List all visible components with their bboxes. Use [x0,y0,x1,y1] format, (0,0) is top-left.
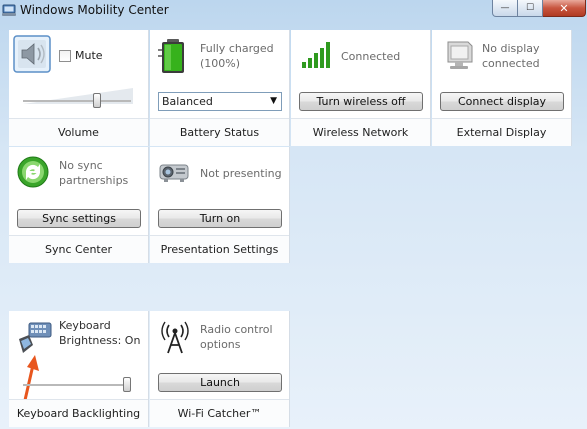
sync-settings-button[interactable]: Sync settings [17,209,141,228]
sync-center-tile: No sync partnerships Sync settings Sync … [9,147,149,263]
power-plan-value: Balanced [162,95,213,108]
volume-tile: Mute Volume [9,30,149,146]
wireless-tile: Connected Turn wireless off Wireless Net… [291,30,431,146]
battery-footer-label: Battery Status [150,118,289,146]
mobility-center-icon [2,4,16,16]
sync-arrows-icon [17,156,49,188]
battery-status-text: Fully charged (100%) [200,42,274,70]
wifi-catcher-status-text: Radio control options [200,323,273,351]
connect-display-button[interactable]: Connect display [440,92,564,111]
antenna-icon [161,321,189,354]
close-button[interactable]: ✕ [543,0,586,17]
volume-slider-track[interactable] [23,100,131,102]
wireless-footer-label: Wireless Network [291,118,430,146]
battery-tile: Fully charged (100%) Balanced ▼ Battery … [150,30,290,146]
sync-footer-label: Sync Center [9,235,148,263]
monitor-icon [447,41,473,69]
volume-level-wedge [23,88,133,104]
mute-checkbox[interactable] [59,50,71,62]
keyboard-footer-label: Keyboard Backlighting [9,399,148,427]
presentation-footer-label: Presentation Settings [150,235,289,263]
window-title: Windows Mobility Center [20,3,169,17]
external-display-tile: No display connected Connect display Ext… [432,30,572,146]
window-controls: — ☐ ✕ [492,0,586,17]
display-footer-label: External Display [432,118,571,146]
keyboard-slider-track[interactable] [23,384,131,386]
keyboard-backlighting-tile: Keyboard Brightness: On Keyboard Backlig… [9,311,149,427]
presentation-status-text: Not presenting [200,167,282,180]
keyboard-status-text: Keyboard Brightness: On [59,319,141,347]
presentation-tile: Not presenting Turn on Presentation Sett… [150,147,290,263]
power-plan-dropdown[interactable]: Balanced ▼ [158,92,282,111]
launch-button[interactable]: Launch [158,373,282,392]
title-bar: Windows Mobility Center — ☐ ✕ [0,0,587,22]
turn-on-presentation-button[interactable]: Turn on [158,209,282,228]
keyboard-slider-thumb[interactable] [123,377,131,392]
wifi-catcher-footer-label: Wi-Fi Catcher™ [150,399,289,427]
volume-footer-label: Volume [9,118,148,146]
projector-icon [159,164,189,182]
wifi-catcher-tile: Radio control options Launch Wi-Fi Catch… [150,311,290,427]
display-status-text: No display connected [482,42,540,70]
wireless-status-text: Connected [341,50,401,63]
sync-status-text: No sync partnerships [59,159,129,187]
battery-icon [158,39,184,73]
mute-label: Mute [75,49,103,62]
volume-slider-thumb[interactable] [93,93,101,108]
turn-wireless-off-button[interactable]: Turn wireless off [299,92,423,111]
minimize-button[interactable]: — [492,0,518,17]
signal-bars-icon [302,42,330,68]
speaker-icon[interactable] [13,35,51,73]
maximize-button[interactable]: ☐ [518,0,543,17]
chevron-down-icon: ▼ [270,96,277,106]
